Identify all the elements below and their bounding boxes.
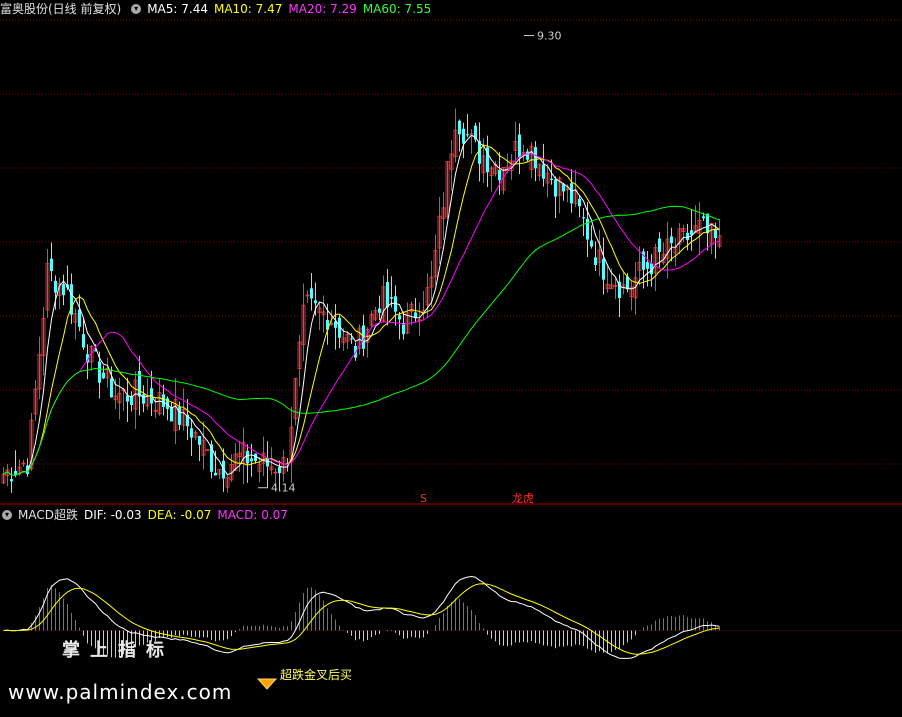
chart-canvas: 9.30 4.14 S 龙虎超跌金叉后买 <box>0 19 902 690</box>
signal-icon <box>256 678 278 690</box>
stock-title: 富奥股份(日线 前复权) <box>0 2 122 16</box>
dif-label: DIF: -0.03 <box>83 508 142 522</box>
candle-body <box>378 308 381 313</box>
candle-body <box>550 178 553 181</box>
candle-body <box>162 394 165 407</box>
candle-body <box>686 232 689 241</box>
candle-body <box>526 151 529 160</box>
candle-body <box>646 262 649 269</box>
macd-value-label: MACD: 0.07 <box>217 508 288 522</box>
ma5-label: MA5: 7.44 <box>147 2 208 16</box>
candle-body <box>10 479 13 482</box>
candle-body <box>362 325 365 349</box>
candle-body <box>658 238 661 253</box>
watermark-title: 掌上指标 <box>62 640 174 661</box>
candle-body <box>602 258 605 280</box>
longhu-marker: 龙虎 <box>512 492 534 505</box>
macd-title: MACD超跌 <box>18 508 78 522</box>
candle-body <box>714 228 717 238</box>
watermark-url: www.palmindex.com <box>8 680 233 704</box>
candle-body <box>498 170 501 181</box>
candle-body <box>102 372 105 379</box>
candle-body <box>590 240 593 247</box>
candle-body <box>246 450 249 464</box>
ma10-line <box>3 144 720 476</box>
ma20-line <box>3 153 720 476</box>
dea-label: DEA: -0.07 <box>147 508 212 522</box>
candle-body <box>78 309 81 327</box>
candle-body <box>586 218 589 240</box>
candle-body <box>314 300 317 304</box>
candle-body <box>554 179 557 197</box>
settings-icon[interactable]: ▾ <box>131 4 142 14</box>
main-header: 富奥股份(日线 前复权) ▾ MA5: 7.44 MA10: 7.47 MA20… <box>0 0 431 18</box>
candle-body <box>142 394 145 404</box>
candle-body <box>170 407 173 422</box>
candle-body <box>542 164 545 179</box>
ma5-line <box>3 134 720 476</box>
candle-body <box>670 236 673 244</box>
candle-body <box>386 282 389 308</box>
candle-body <box>570 183 573 204</box>
candle-body <box>390 297 393 299</box>
signal-label: 超跌金叉后买 <box>280 667 352 682</box>
candle-body <box>250 458 253 462</box>
candle-body <box>82 334 85 348</box>
ma20-label: MA20: 7.29 <box>288 2 357 16</box>
macd-settings-icon[interactable]: ▾ <box>2 510 12 520</box>
sell-marker: S <box>420 492 427 505</box>
candle-body <box>398 315 401 320</box>
candle-body <box>518 134 521 158</box>
candle-body <box>702 216 705 219</box>
candle-body <box>578 198 581 207</box>
candle-body <box>205 449 210 452</box>
ma60-label: MA60: 7.55 <box>362 2 432 16</box>
candle-body <box>50 258 53 272</box>
candle-body <box>466 134 469 136</box>
candle-body <box>110 378 113 398</box>
candle-body <box>458 120 461 135</box>
candle-body <box>178 407 181 425</box>
candle-body <box>214 472 217 476</box>
candle-body <box>562 184 565 192</box>
candle-body <box>462 128 465 144</box>
candle-body <box>62 284 65 296</box>
kline-chart: 9.30 4.14 S 龙虎超跌金叉后买 富奥股份(日线 前复权) ▾ MA5: 7.… <box>0 0 902 713</box>
candle-body <box>278 467 281 474</box>
candle-body <box>350 338 353 340</box>
candle-body <box>310 288 313 299</box>
macd-header: ▾ MACD超跌 DIF: -0.03 DEA: -0.07 MACD: 0.0… <box>0 506 288 524</box>
candle-body <box>98 361 101 383</box>
candle-body <box>54 280 57 293</box>
low-label: 4.14 <box>271 482 296 495</box>
candle-body <box>594 257 597 265</box>
candle-body <box>706 213 709 234</box>
ma10-label: MA10: 7.47 <box>213 2 283 16</box>
candle-body <box>582 217 585 219</box>
candle-body <box>130 396 133 405</box>
candle-body <box>198 436 201 445</box>
candle-body <box>190 428 193 438</box>
high-label: 9.30 <box>537 30 562 43</box>
candle-body <box>266 458 269 467</box>
